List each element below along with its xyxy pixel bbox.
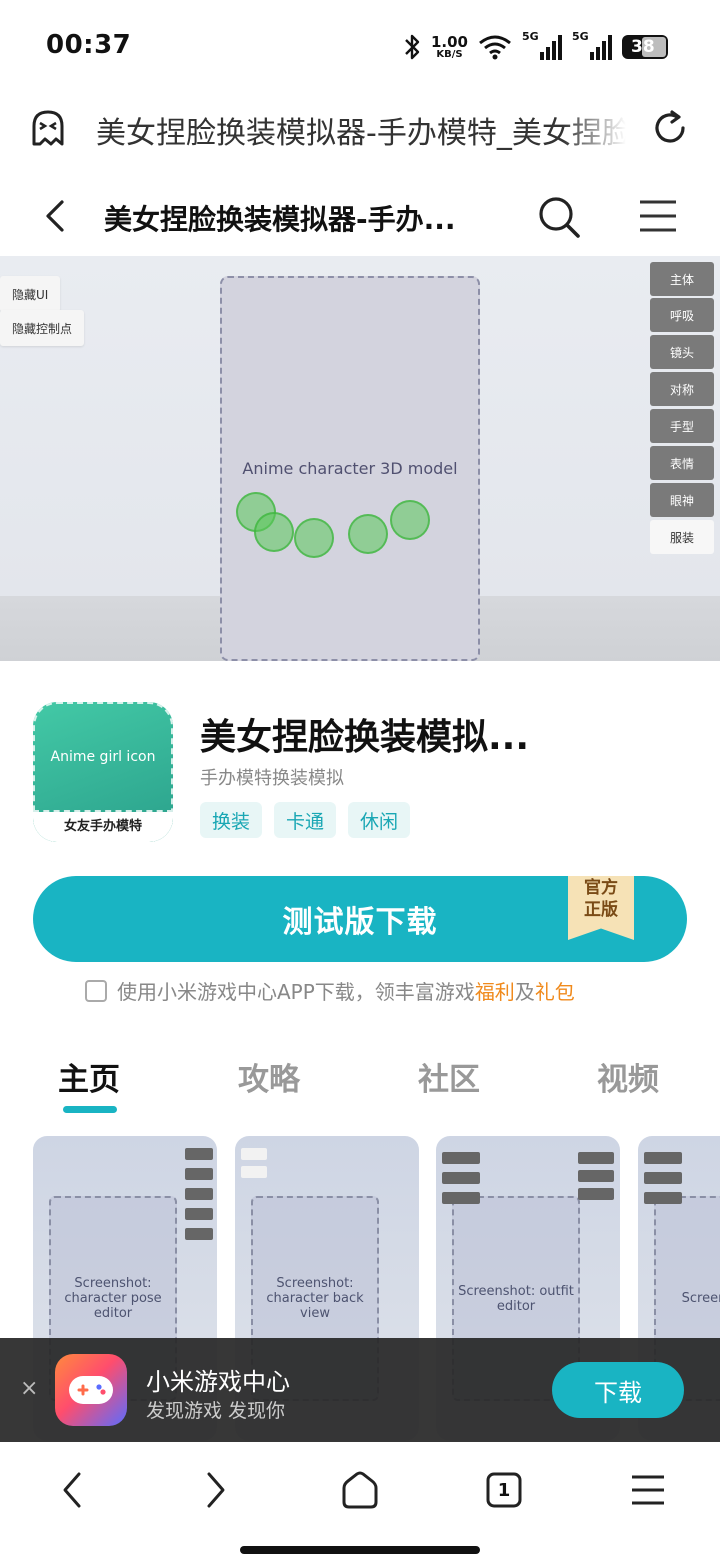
tab-videos[interactable]: 视频 bbox=[597, 1054, 659, 1099]
browser-bottom-nav: 1 bbox=[0, 1442, 720, 1568]
app-icon-image: Anime girl icon bbox=[33, 702, 173, 812]
control-point bbox=[254, 512, 294, 552]
side-button-symmetry: 对称 bbox=[650, 372, 714, 406]
gamepad-icon bbox=[69, 1376, 113, 1404]
signal-sim1-icon: 5G bbox=[522, 30, 562, 60]
consent-row: 使用小米游戏中心APP下载，领丰富游戏福利及礼包 bbox=[85, 976, 575, 1005]
page-title: 美女捏脸换装模拟器-手办... bbox=[104, 203, 456, 236]
url-title[interactable]: 美女捏脸换装模拟器-手办模特_美女捏脸换装模拟器-手办模特下载 bbox=[96, 108, 626, 152]
home-icon bbox=[342, 1471, 378, 1509]
status-icons: 1.00 KB/S 5G 5G 38 bbox=[403, 30, 668, 64]
nav-back-button[interactable] bbox=[48, 1466, 96, 1514]
hide-control-points-button: 隐藏控制点 bbox=[0, 310, 85, 346]
consent-text: 使用小米游戏中心APP下载，领丰富游戏福利及礼包 bbox=[117, 980, 575, 1004]
nav-menu-button[interactable] bbox=[624, 1466, 672, 1514]
app-subtitle: 手办模特换装模拟 bbox=[200, 768, 344, 789]
promo-download-button[interactable]: 下载 bbox=[552, 1362, 684, 1418]
tab-guides[interactable]: 攻略 bbox=[238, 1054, 300, 1099]
nav-home-button[interactable] bbox=[336, 1466, 384, 1514]
promo-title: 小米游戏中心 bbox=[146, 1368, 290, 1396]
chevron-right-icon bbox=[207, 1472, 225, 1508]
control-point bbox=[348, 514, 388, 554]
hero-character-image: Anime character 3D model bbox=[220, 276, 480, 661]
wifi-icon bbox=[479, 35, 511, 60]
tab-community[interactable]: 社区 bbox=[418, 1054, 480, 1099]
bluetooth-icon bbox=[405, 34, 420, 60]
side-button-outfit: 服装 bbox=[650, 520, 714, 554]
home-indicator[interactable] bbox=[240, 1546, 480, 1554]
game-center-logo bbox=[55, 1354, 127, 1426]
nav-tabs-button[interactable]: 1 bbox=[480, 1466, 528, 1514]
status-time: 00:37 bbox=[46, 30, 132, 60]
tag-casual[interactable]: 休闲 bbox=[348, 802, 411, 838]
app-icon: Anime girl icon 女友手办模特 bbox=[33, 702, 173, 842]
control-point bbox=[390, 500, 430, 540]
tab-home[interactable]: 主页 bbox=[58, 1054, 120, 1099]
tab-active-indicator bbox=[63, 1106, 117, 1113]
nav-forward-button[interactable] bbox=[192, 1466, 240, 1514]
net-speed: 1.00 KB/S bbox=[430, 32, 468, 60]
side-button-expression: 表情 bbox=[650, 446, 714, 480]
reload-icon[interactable] bbox=[650, 108, 690, 148]
browser-url-bar[interactable]: 美女捏脸换装模拟器-手办模特_美女捏脸换装模拟器-手办模特下载 bbox=[0, 92, 720, 170]
tag-cartoon[interactable]: 卡通 bbox=[274, 802, 337, 838]
control-point bbox=[294, 518, 334, 558]
hide-ui-button: 隐藏UI bbox=[0, 276, 61, 312]
app-name: 美女捏脸换装模拟... bbox=[200, 717, 530, 758]
hamburger-menu-icon bbox=[632, 1475, 664, 1505]
menu-icon[interactable] bbox=[638, 196, 678, 236]
side-button-body: 主体 bbox=[650, 262, 714, 296]
consent-checkbox[interactable] bbox=[85, 979, 107, 1002]
welfare-link[interactable]: 福利 bbox=[475, 980, 515, 1004]
content-tabs: 主页 攻略 社区 视频 bbox=[0, 1050, 720, 1116]
tag-dress-up[interactable]: 换装 bbox=[200, 802, 263, 838]
close-icon[interactable]: × bbox=[20, 1376, 38, 1401]
side-button-camera: 镜头 bbox=[650, 335, 714, 369]
battery-icon: 38 bbox=[622, 35, 668, 59]
side-button-breath: 呼吸 bbox=[650, 298, 714, 332]
status-bar: 00:37 1.00 KB/S 5G 5G 38 bbox=[0, 0, 720, 92]
ghost-mode-icon[interactable] bbox=[28, 108, 68, 148]
app-icon-caption: 女友手办模特 bbox=[33, 812, 173, 842]
game-center-promo: × 小米游戏中心 发现游戏 发现你 下载 bbox=[0, 1338, 720, 1442]
tab-count: 1 bbox=[497, 1479, 511, 1501]
promo-subtitle: 发现游戏 发现你 bbox=[146, 1400, 286, 1422]
search-icon[interactable] bbox=[536, 194, 582, 240]
signal-sim2-icon: 5G bbox=[572, 30, 612, 60]
app-tags: 换装 卡通 休闲 bbox=[200, 802, 411, 838]
side-button-hand: 手型 bbox=[650, 409, 714, 443]
hero-banner[interactable]: Anime character 3D model 隐藏UI 隐藏控制点 主体 呼… bbox=[0, 256, 720, 661]
gift-pack-link[interactable]: 礼包 bbox=[535, 980, 575, 1004]
side-button-eyes: 眼神 bbox=[650, 483, 714, 517]
back-arrow-icon[interactable] bbox=[38, 196, 74, 236]
chevron-left-icon bbox=[63, 1472, 81, 1508]
page-header: 美女捏脸换装模拟器-手办... bbox=[0, 176, 720, 256]
